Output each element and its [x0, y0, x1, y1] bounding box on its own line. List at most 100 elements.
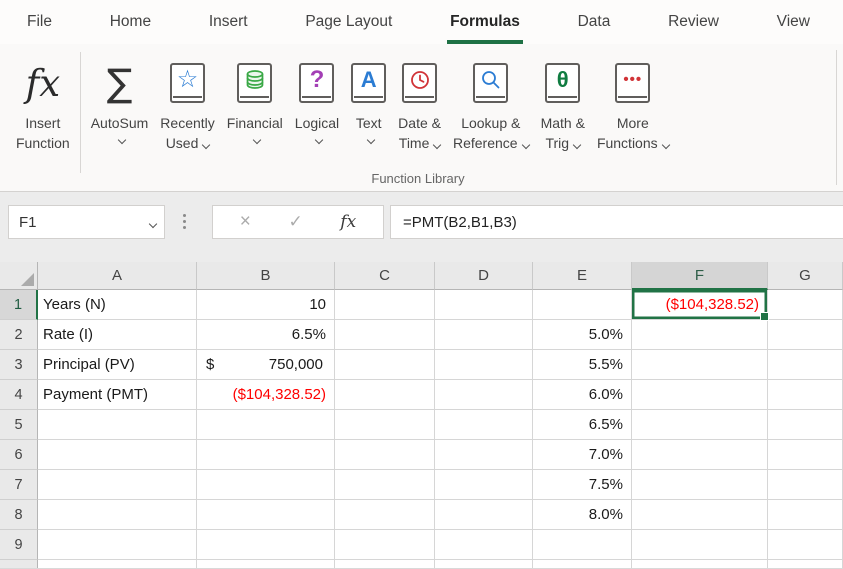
cell-D6[interactable]	[435, 440, 533, 470]
cell-G8[interactable]	[768, 500, 843, 530]
row-header-4[interactable]: 4	[0, 380, 38, 410]
cell-A4[interactable]: Payment (PMT)	[38, 380, 197, 410]
cell-partial[interactable]	[632, 560, 768, 569]
cell-C9[interactable]	[335, 530, 435, 560]
select-all-button[interactable]	[0, 262, 38, 290]
cell-F2[interactable]	[632, 320, 768, 350]
cell-D5[interactable]	[435, 410, 533, 440]
cell-F8[interactable]	[632, 500, 768, 530]
cell-D1[interactable]	[435, 290, 533, 320]
cell-A9[interactable]	[38, 530, 197, 560]
tab-insert[interactable]: Insert	[206, 0, 251, 44]
row-header-9[interactable]: 9	[0, 530, 38, 560]
cancel-button[interactable]: ×	[240, 211, 251, 233]
cell-G9[interactable]	[768, 530, 843, 560]
cell-F6[interactable]	[632, 440, 768, 470]
cell-E9[interactable]	[533, 530, 632, 560]
row-header-1[interactable]: 1	[0, 290, 38, 320]
cell-partial[interactable]	[335, 560, 435, 569]
cell-C1[interactable]	[335, 290, 435, 320]
row-header-3[interactable]: 3	[0, 350, 38, 380]
cell-D7[interactable]	[435, 470, 533, 500]
cell-E6[interactable]: 7.0%	[533, 440, 632, 470]
cell-C8[interactable]	[335, 500, 435, 530]
cell-B8[interactable]	[197, 500, 335, 530]
cell-partial[interactable]	[435, 560, 533, 569]
cell-F1[interactable]: ($104,328.52)	[632, 290, 768, 320]
cell-E7[interactable]: 7.5%	[533, 470, 632, 500]
cell-E4[interactable]: 6.0%	[533, 380, 632, 410]
text-button[interactable]: A Text	[345, 52, 392, 148]
tab-page-layout[interactable]: Page Layout	[302, 0, 395, 44]
cell-B7[interactable]	[197, 470, 335, 500]
row-header-7[interactable]: 7	[0, 470, 38, 500]
cell-D2[interactable]	[435, 320, 533, 350]
cell-B3[interactable]: $750,000	[197, 350, 335, 380]
cell-A2[interactable]: Rate (I)	[38, 320, 197, 350]
formula-input[interactable]: =PMT(B2,B1,B3)	[390, 205, 843, 239]
date-time-button[interactable]: Date & Time	[392, 52, 447, 153]
tab-review[interactable]: Review	[665, 0, 722, 44]
cell-B4[interactable]: ($104,328.52)	[197, 380, 335, 410]
column-header-f[interactable]: F	[632, 262, 768, 290]
cell-A7[interactable]	[38, 470, 197, 500]
cell-C5[interactable]	[335, 410, 435, 440]
row-header-6[interactable]: 6	[0, 440, 38, 470]
cell-D4[interactable]	[435, 380, 533, 410]
column-header-a[interactable]: A	[38, 262, 197, 290]
cell-partial[interactable]	[768, 560, 843, 569]
cell-G3[interactable]	[768, 350, 843, 380]
cell-E3[interactable]: 5.5%	[533, 350, 632, 380]
cell-A8[interactable]	[38, 500, 197, 530]
row-header-partial[interactable]	[0, 560, 38, 569]
cell-D3[interactable]	[435, 350, 533, 380]
cell-partial[interactable]	[38, 560, 197, 569]
tab-view[interactable]: View	[774, 0, 813, 44]
financial-button[interactable]: Financial	[221, 52, 289, 148]
cell-G1[interactable]	[768, 290, 843, 320]
cell-G5[interactable]	[768, 410, 843, 440]
cell-B2[interactable]: 6.5%	[197, 320, 335, 350]
recently-used-button[interactable]: ☆ Recently Used	[154, 52, 220, 153]
cell-D8[interactable]	[435, 500, 533, 530]
cell-B9[interactable]	[197, 530, 335, 560]
more-functions-button[interactable]: ••• More Functions	[591, 52, 675, 153]
cell-C7[interactable]	[335, 470, 435, 500]
cell-C3[interactable]	[335, 350, 435, 380]
cell-E8[interactable]: 8.0%	[533, 500, 632, 530]
column-header-g[interactable]: G	[768, 262, 843, 290]
name-box[interactable]: F1	[8, 205, 165, 239]
enter-button[interactable]: ✓	[288, 212, 302, 232]
cell-D9[interactable]	[435, 530, 533, 560]
cell-G4[interactable]	[768, 380, 843, 410]
cell-A3[interactable]: Principal (PV)	[38, 350, 197, 380]
cell-A1[interactable]: Years (N)	[38, 290, 197, 320]
chevron-down-icon[interactable]	[145, 214, 156, 231]
cell-F3[interactable]	[632, 350, 768, 380]
logical-button[interactable]: ? Logical	[289, 52, 345, 148]
tab-formulas[interactable]: Formulas	[447, 0, 523, 44]
cell-B6[interactable]	[197, 440, 335, 470]
tab-data[interactable]: Data	[575, 0, 614, 44]
row-header-2[interactable]: 2	[0, 320, 38, 350]
cell-partial[interactable]	[533, 560, 632, 569]
cell-B1[interactable]: 10	[197, 290, 335, 320]
column-header-c[interactable]: C	[335, 262, 435, 290]
tab-file[interactable]: File	[24, 0, 55, 44]
cell-partial[interactable]	[197, 560, 335, 569]
cell-G2[interactable]	[768, 320, 843, 350]
cell-E5[interactable]: 6.5%	[533, 410, 632, 440]
tab-home[interactable]: Home	[107, 0, 154, 44]
autosum-button[interactable]: ∑ AutoSum	[85, 52, 155, 148]
cell-A5[interactable]	[38, 410, 197, 440]
cell-E2[interactable]: 5.0%	[533, 320, 632, 350]
insert-function-fx-button[interactable]: fx	[340, 212, 356, 232]
cell-C4[interactable]	[335, 380, 435, 410]
cell-C6[interactable]	[335, 440, 435, 470]
cell-G6[interactable]	[768, 440, 843, 470]
cell-F4[interactable]	[632, 380, 768, 410]
column-header-d[interactable]: D	[435, 262, 533, 290]
cell-A6[interactable]	[38, 440, 197, 470]
row-header-8[interactable]: 8	[0, 500, 38, 530]
lookup-reference-button[interactable]: Lookup & Reference	[447, 52, 535, 153]
